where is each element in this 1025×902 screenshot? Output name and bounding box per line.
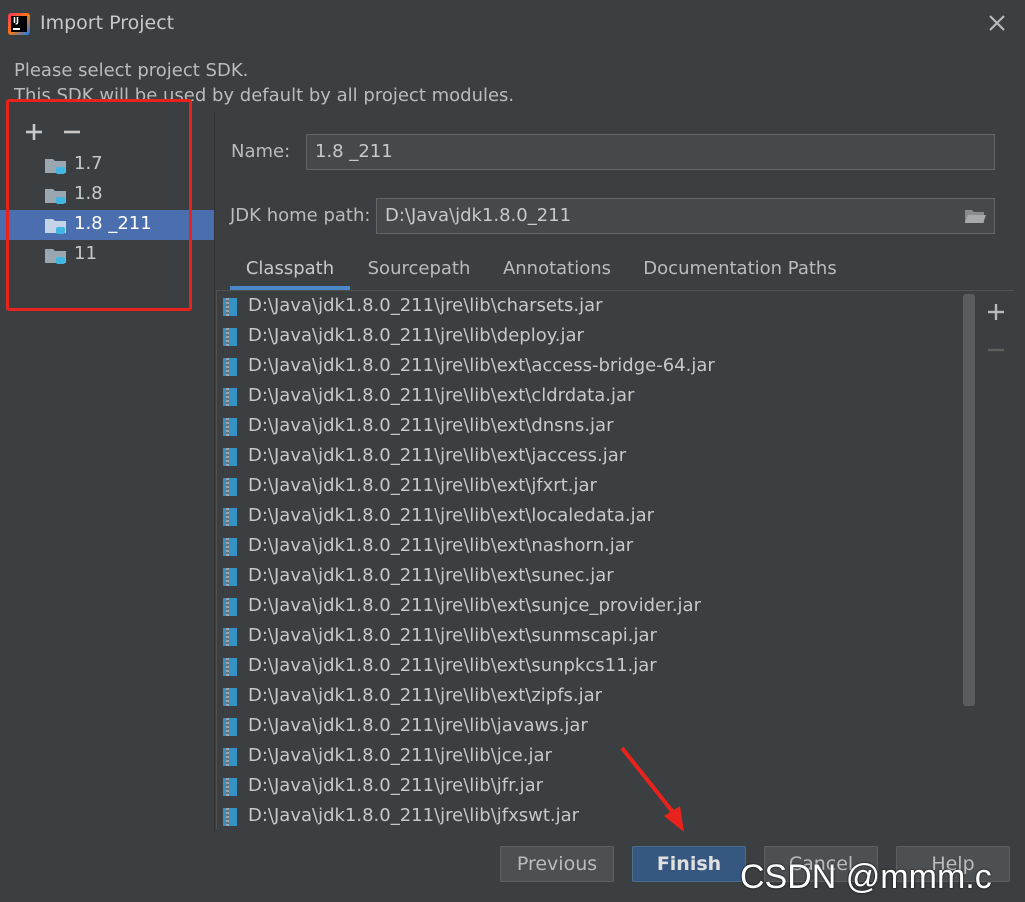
classpath-path: D:\Java\jdk1.8.0_211\jre\lib\ext\jfxrt.j… bbox=[248, 475, 597, 496]
jar-icon bbox=[223, 328, 237, 346]
jar-icon bbox=[223, 478, 237, 496]
classpath-path: D:\Java\jdk1.8.0_211\jre\lib\jfxswt.jar bbox=[248, 805, 580, 826]
jar-icon bbox=[223, 298, 237, 316]
classpath-path: D:\Java\jdk1.8.0_211\jre\lib\jce.jar bbox=[248, 745, 552, 766]
classpath-row[interactable]: D:\Java\jdk1.8.0_211\jre\lib\ext\zipfs.j… bbox=[217, 681, 979, 711]
description-line-1: Please select project SDK. bbox=[14, 60, 249, 81]
classpath-row[interactable]: D:\Java\jdk1.8.0_211\jre\lib\ext\sunjce_… bbox=[217, 591, 979, 621]
classpath-path: D:\Java\jdk1.8.0_211\jre\lib\ext\sunjce_… bbox=[248, 595, 701, 616]
pane-divider[interactable] bbox=[214, 112, 215, 832]
classpath-row[interactable]: D:\Java\jdk1.8.0_211\jre\lib\ext\cldrdat… bbox=[217, 381, 979, 411]
jdk-home-path-field[interactable]: D:\Java\jdk1.8.0_211 bbox=[376, 198, 995, 234]
classpath-row[interactable]: D:\Java\jdk1.8.0_211\jre\lib\ext\sunmsca… bbox=[217, 621, 979, 651]
classpath-row[interactable]: D:\Java\jdk1.8.0_211\jre\lib\deploy.jar bbox=[217, 321, 979, 351]
jar-icon bbox=[223, 628, 237, 646]
classpath-path: D:\Java\jdk1.8.0_211\jre\lib\deploy.jar bbox=[248, 325, 584, 346]
annotation-arrow-icon bbox=[620, 746, 684, 832]
jar-icon bbox=[223, 508, 237, 526]
classpath-path: D:\Java\jdk1.8.0_211\jre\lib\ext\access-… bbox=[248, 355, 715, 376]
jar-icon bbox=[223, 568, 237, 586]
classpath-row[interactable]: D:\Java\jdk1.8.0_211\jre\lib\ext\jfxrt.j… bbox=[217, 471, 979, 501]
classpath-row[interactable]: D:\Java\jdk1.8.0_211\jre\lib\ext\sunpkcs… bbox=[217, 651, 979, 681]
classpath-scrollbar[interactable] bbox=[963, 294, 975, 706]
classpath-path: D:\Java\jdk1.8.0_211\jre\lib\javaws.jar bbox=[248, 715, 588, 736]
title-bar: IJ Import Project bbox=[0, 0, 1025, 50]
classpath-row[interactable]: D:\Java\jdk1.8.0_211\jre\lib\jfxswt.jar bbox=[217, 801, 979, 829]
classpath-path: D:\Java\jdk1.8.0_211\jre\lib\ext\dnsns.j… bbox=[248, 415, 614, 436]
jar-icon bbox=[223, 388, 237, 406]
tab-documentation-paths[interactable]: Documentation Paths bbox=[635, 250, 845, 290]
window-title: Import Project bbox=[40, 12, 175, 34]
classpath-row[interactable]: D:\Java\jdk1.8.0_211\jre\lib\ext\localed… bbox=[217, 501, 979, 531]
folder-open-icon[interactable] bbox=[964, 207, 986, 225]
tab-sourcepath[interactable]: Sourcepath bbox=[359, 250, 479, 290]
annotation-highlight-box bbox=[6, 99, 192, 311]
classpath-row[interactable]: D:\Java\jdk1.8.0_211\jre\lib\ext\dnsns.j… bbox=[217, 411, 979, 441]
csdn-watermark: CSDN @mmm.c bbox=[740, 858, 992, 896]
classpath-row[interactable]: D:\Java\jdk1.8.0_211\jre\lib\charsets.ja… bbox=[217, 291, 979, 321]
jar-icon bbox=[223, 538, 237, 556]
tab-classpath[interactable]: Classpath bbox=[230, 250, 350, 290]
classpath-row[interactable]: D:\Java\jdk1.8.0_211\jre\lib\jfr.jar bbox=[217, 771, 979, 801]
classpath-row[interactable]: D:\Java\jdk1.8.0_211\jre\lib\jce.jar bbox=[217, 741, 979, 771]
classpath-row[interactable]: D:\Java\jdk1.8.0_211\jre\lib\ext\sunec.j… bbox=[217, 561, 979, 591]
classpath-path: D:\Java\jdk1.8.0_211\jre\lib\ext\zipfs.j… bbox=[248, 685, 603, 706]
jar-icon bbox=[223, 748, 237, 766]
intellij-idea-icon: IJ bbox=[8, 13, 30, 35]
classpath-row[interactable]: D:\Java\jdk1.8.0_211\jre\lib\ext\jaccess… bbox=[217, 441, 979, 471]
previous-button[interactable]: Previous bbox=[500, 846, 614, 882]
jar-icon bbox=[223, 658, 237, 676]
name-label: Name: bbox=[231, 141, 291, 162]
jar-icon bbox=[223, 448, 237, 466]
jar-icon bbox=[223, 418, 237, 436]
remove-path-minus-icon bbox=[988, 348, 1004, 352]
classpath-path: D:\Java\jdk1.8.0_211\jre\lib\ext\jaccess… bbox=[248, 445, 627, 466]
add-path-plus-icon[interactable] bbox=[986, 302, 1006, 322]
classpath-row[interactable]: D:\Java\jdk1.8.0_211\jre\lib\ext\access-… bbox=[217, 351, 979, 381]
jdk-home-path-value: D:\Java\jdk1.8.0_211 bbox=[385, 205, 572, 226]
classpath-path: D:\Java\jdk1.8.0_211\jre\lib\ext\nashorn… bbox=[248, 535, 634, 556]
jar-icon bbox=[223, 718, 237, 736]
classpath-path: D:\Java\jdk1.8.0_211\jre\lib\ext\sunpkcs… bbox=[248, 655, 657, 676]
classpath-row[interactable]: D:\Java\jdk1.8.0_211\jre\lib\ext\nashorn… bbox=[217, 531, 979, 561]
jar-icon bbox=[223, 778, 237, 796]
classpath-row[interactable]: D:\Java\jdk1.8.0_211\jre\lib\javaws.jar bbox=[217, 711, 979, 741]
jar-icon bbox=[223, 808, 237, 826]
classpath-list: D:\Java\jdk1.8.0_211\jre\lib\charsets.ja… bbox=[216, 291, 979, 829]
name-field[interactable]: 1.8 _211 bbox=[306, 134, 995, 170]
jar-icon bbox=[223, 688, 237, 706]
classpath-path: D:\Java\jdk1.8.0_211\jre\lib\jfr.jar bbox=[248, 775, 544, 796]
classpath-path: D:\Java\jdk1.8.0_211\jre\lib\ext\cldrdat… bbox=[248, 385, 635, 406]
finish-button[interactable]: Finish bbox=[632, 846, 746, 882]
jdk-home-path-label: JDK home path: bbox=[230, 205, 371, 226]
close-icon[interactable] bbox=[986, 12, 1008, 34]
jar-icon bbox=[223, 358, 237, 376]
classpath-path: D:\Java\jdk1.8.0_211\jre\lib\ext\sunec.j… bbox=[248, 565, 614, 586]
jar-icon bbox=[223, 598, 237, 616]
classpath-path: D:\Java\jdk1.8.0_211\jre\lib\ext\sunmsca… bbox=[248, 625, 657, 646]
classpath-path: D:\Java\jdk1.8.0_211\jre\lib\charsets.ja… bbox=[248, 295, 603, 316]
tab-annotations[interactable]: Annotations bbox=[494, 250, 620, 290]
classpath-path: D:\Java\jdk1.8.0_211\jre\lib\ext\localed… bbox=[248, 505, 655, 526]
